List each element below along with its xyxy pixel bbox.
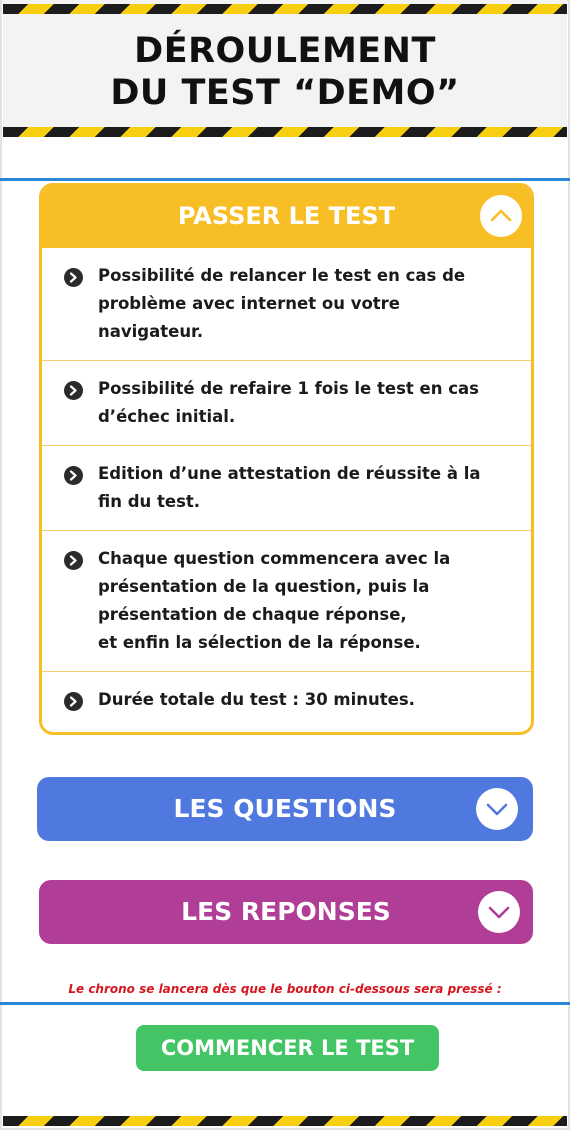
list-item: Durée totale du test : 30 minutes. bbox=[42, 672, 531, 728]
chevron-right-circle-icon bbox=[64, 692, 83, 711]
list-item: Chaque question commencera avec la prése… bbox=[42, 531, 531, 672]
chevron-right-circle-icon bbox=[64, 268, 83, 287]
start-test-button[interactable]: COMMENCER LE TEST bbox=[136, 1025, 439, 1071]
accordion-passer-le-test: PASSER LE TEST Possibilité de relancer l… bbox=[39, 183, 534, 735]
chevron-right-circle-icon bbox=[64, 551, 83, 570]
hazard-stripe-header-bottom bbox=[3, 127, 567, 137]
accordion-title-passer-le-test: PASSER LE TEST bbox=[177, 202, 396, 230]
list-item: Possibilité de refaire 1 fois le test en… bbox=[42, 361, 531, 446]
accordion-header-les-questions[interactable]: LES QUESTIONS bbox=[37, 777, 533, 841]
hazard-stripe-bottom bbox=[3, 1116, 567, 1126]
accordion-title-les-reponses: LES REPONSES bbox=[181, 897, 391, 926]
list-item-text: Durée totale du test : 30 minutes. bbox=[98, 690, 415, 709]
page-title-line-2: DU TEST “DEMO” bbox=[110, 73, 460, 113]
accordion-header-les-reponses[interactable]: LES REPONSES bbox=[39, 880, 533, 944]
divider-top bbox=[0, 178, 570, 181]
chevron-up-icon[interactable] bbox=[480, 195, 522, 237]
list-item-text: Chaque question commencera avec la prése… bbox=[98, 549, 451, 652]
list-item-text: Possibilité de relancer le test en cas d… bbox=[98, 266, 466, 341]
chevron-down-icon[interactable] bbox=[476, 788, 518, 830]
divider-bottom bbox=[0, 1002, 570, 1005]
accordion-title-les-questions: LES QUESTIONS bbox=[173, 794, 397, 823]
page-title: DÉROULEMENT DU TEST “DEMO” bbox=[0, 30, 570, 114]
chevron-right-circle-icon bbox=[64, 381, 83, 400]
page-title-line-1: DÉROULEMENT bbox=[134, 31, 436, 71]
hazard-stripe-top bbox=[3, 4, 567, 14]
list-item: Edition d’une attestation de réussite à … bbox=[42, 446, 531, 531]
chevron-down-icon[interactable] bbox=[478, 891, 520, 933]
accordion-content-list: Possibilité de relancer le test en cas d… bbox=[42, 248, 531, 728]
timer-notice: Le chrono se lancera dès que le bouton c… bbox=[68, 982, 502, 996]
list-item-text: Possibilité de refaire 1 fois le test en… bbox=[98, 379, 479, 426]
chevron-right-circle-icon bbox=[64, 466, 83, 485]
list-item-text: Edition d’une attestation de réussite à … bbox=[98, 464, 481, 511]
list-item: Possibilité de relancer le test en cas d… bbox=[42, 248, 531, 361]
accordion-header-passer-le-test[interactable]: PASSER LE TEST bbox=[42, 186, 531, 248]
